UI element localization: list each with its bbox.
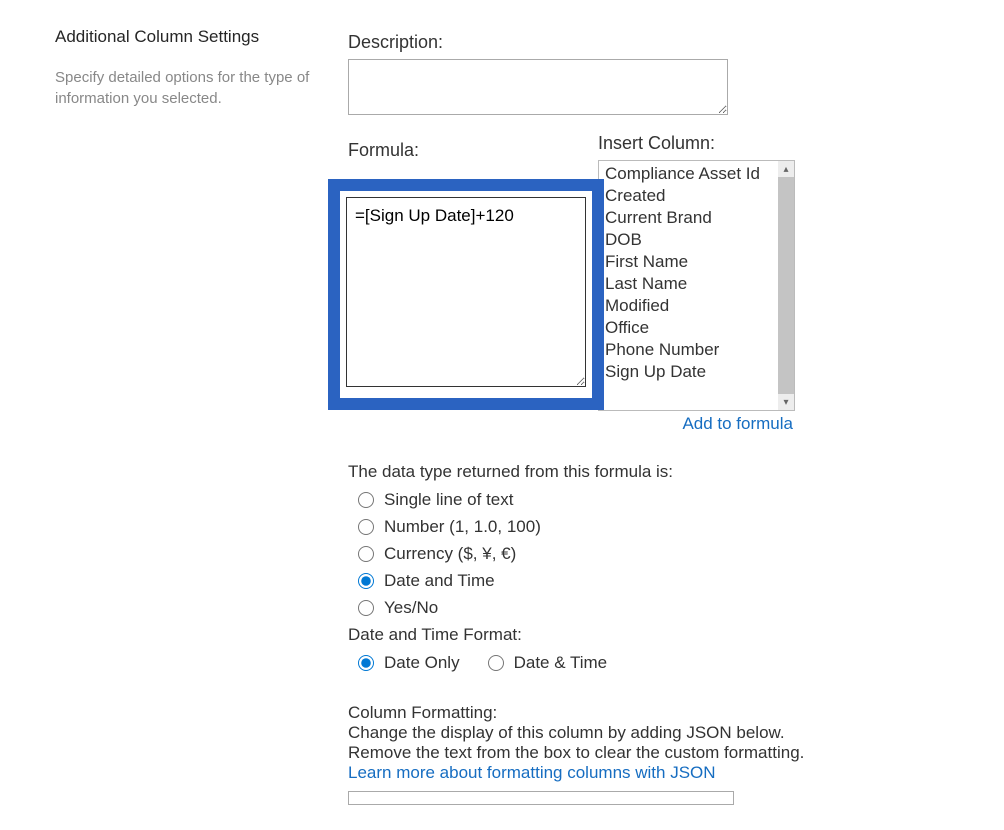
- json-formatting-input[interactable]: [348, 791, 734, 805]
- radio-date-and-time[interactable]: [488, 655, 504, 671]
- learn-more-json-link[interactable]: Learn more about formatting columns with…: [348, 763, 948, 783]
- radio-label: Currency ($, ¥, €): [384, 544, 516, 564]
- description-label: Description:: [348, 32, 948, 53]
- radio-date-only[interactable]: [358, 655, 374, 671]
- scrollbar[interactable]: ▴ ▾: [778, 161, 794, 410]
- column-formatting-text: Remove the text from the box to clear th…: [348, 743, 948, 763]
- scroll-thumb[interactable]: [778, 177, 794, 394]
- list-item[interactable]: Created: [599, 185, 794, 207]
- radio-label: Yes/No: [384, 598, 438, 618]
- list-item[interactable]: Compliance Asset Id: [599, 163, 794, 185]
- radio-label: Number (1, 1.0, 100): [384, 517, 541, 537]
- list-item[interactable]: Sign Up Date: [599, 361, 794, 383]
- list-item[interactable]: Office: [599, 317, 794, 339]
- list-item[interactable]: Last Name: [599, 273, 794, 295]
- radio-number[interactable]: [358, 519, 374, 535]
- column-formatting-label: Column Formatting:: [348, 703, 948, 723]
- list-item[interactable]: Modified: [599, 295, 794, 317]
- radio-currency[interactable]: [358, 546, 374, 562]
- list-item[interactable]: Current Brand: [599, 207, 794, 229]
- column-formatting-text: Change the display of this column by add…: [348, 723, 948, 743]
- radio-label: Date Only: [384, 653, 460, 673]
- radio-label: Date & Time: [514, 653, 608, 673]
- radio-single-line-text[interactable]: [358, 492, 374, 508]
- scroll-up-icon[interactable]: ▴: [778, 161, 794, 177]
- radio-date-time[interactable]: [358, 573, 374, 589]
- formula-input[interactable]: [346, 197, 586, 387]
- list-item[interactable]: Phone Number: [599, 339, 794, 361]
- section-title: Additional Column Settings: [55, 27, 335, 47]
- radio-label: Date and Time: [384, 571, 495, 591]
- list-item[interactable]: First Name: [599, 251, 794, 273]
- insert-column-label: Insert Column:: [598, 133, 795, 154]
- section-description: Specify detailed options for the type of…: [55, 67, 335, 109]
- add-to-formula-link[interactable]: Add to formula: [348, 414, 793, 434]
- scroll-down-icon[interactable]: ▾: [778, 394, 794, 410]
- radio-yes-no[interactable]: [358, 600, 374, 616]
- description-input[interactable]: [348, 59, 728, 115]
- data-type-label: The data type returned from this formula…: [348, 462, 948, 482]
- datetime-format-label: Date and Time Format:: [348, 625, 948, 645]
- radio-label: Single line of text: [384, 490, 513, 510]
- list-item[interactable]: DOB: [599, 229, 794, 251]
- insert-column-list[interactable]: Compliance Asset Id Created Current Bran…: [598, 160, 795, 411]
